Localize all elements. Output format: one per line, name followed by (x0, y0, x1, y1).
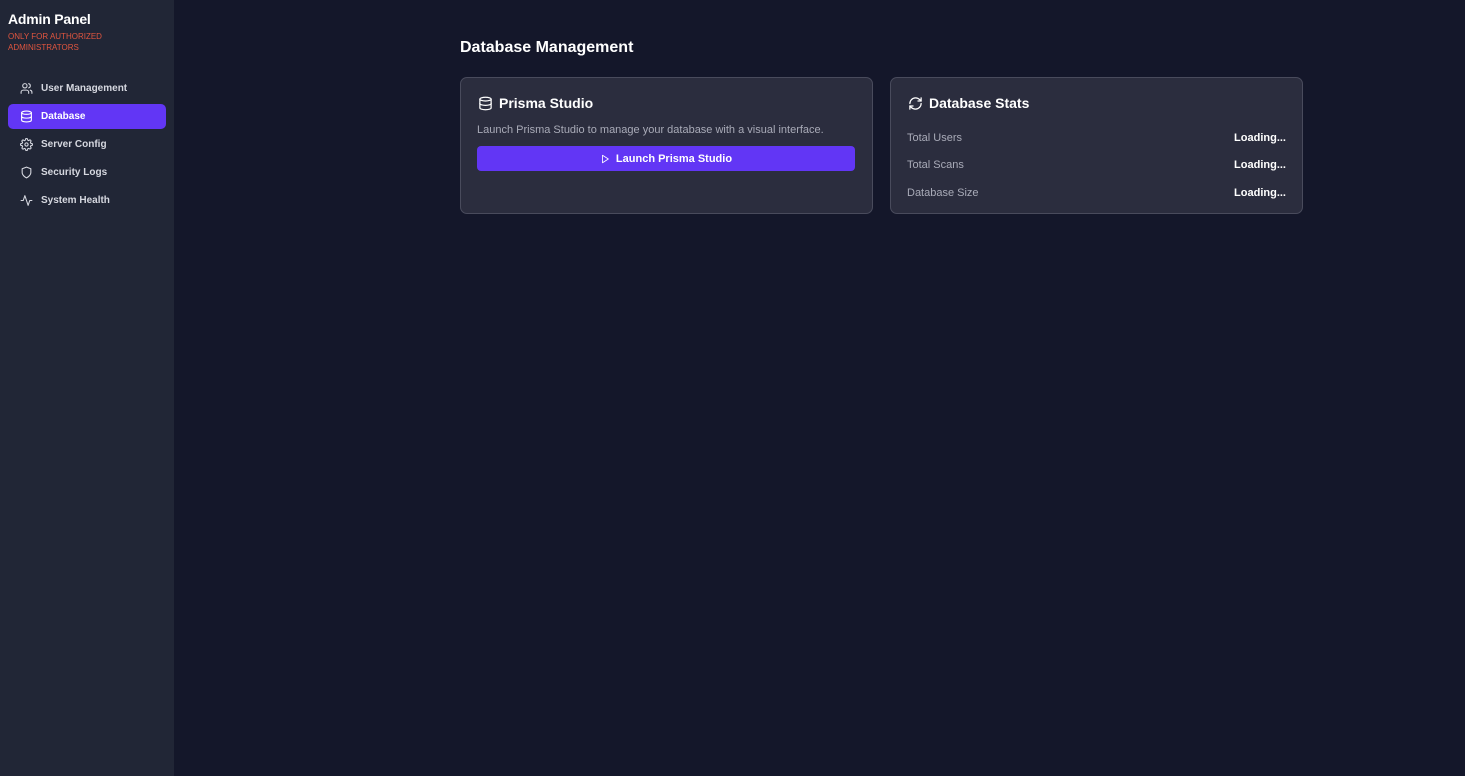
stat-value: Loading... (1234, 131, 1286, 144)
main-content: Database Management Prisma Studio Launch… (174, 0, 1465, 776)
sidebar-item-user-management[interactable]: User Management (8, 76, 166, 101)
stat-row-total-scans: Total Scans Loading... (907, 152, 1286, 180)
sidebar-item-system-health[interactable]: System Health (8, 188, 166, 213)
sidebar: Admin Panel ONLY FOR AUTHORIZED ADMINIST… (0, 0, 174, 776)
stat-label: Total Scans (907, 159, 964, 172)
app-root: Admin Panel ONLY FOR AUTHORIZED ADMINIST… (0, 0, 1465, 776)
sidebar-item-label: Security Logs (41, 167, 108, 178)
database-stats-card: Database Stats Total Users Loading... To… (890, 77, 1303, 214)
sidebar-item-label: User Management (41, 83, 128, 94)
sidebar-item-server-config[interactable]: Server Config (8, 132, 166, 157)
stat-label: Database Size (907, 186, 979, 199)
refresh-icon[interactable] (907, 95, 923, 111)
card-header: Database Stats (907, 95, 1286, 111)
database-icon (477, 95, 493, 111)
card-header: Prisma Studio (477, 95, 856, 111)
stat-value: Loading... (1234, 186, 1286, 199)
play-icon (600, 154, 610, 164)
authorization-warning: ONLY FOR AUTHORIZED ADMINISTRATORS (8, 32, 102, 52)
launch-prisma-studio-button[interactable]: Launch Prisma Studio (477, 146, 855, 171)
stat-row-total-users: Total Users Loading... (907, 124, 1286, 152)
stat-label: Total Users (907, 131, 963, 144)
sidebar-nav: User Management Database Server Config S… (8, 76, 166, 213)
page-title: Database Management (460, 39, 634, 56)
gear-icon (19, 138, 33, 152)
card-description: Launch Prisma Studio to manage your data… (477, 124, 824, 136)
card-title: Database Stats (929, 95, 1030, 111)
card-title: Prisma Studio (499, 95, 594, 111)
sidebar-item-label: System Health (41, 195, 110, 206)
database-icon (19, 110, 33, 124)
button-label: Launch Prisma Studio (615, 152, 733, 165)
sidebar-item-database[interactable]: Database (8, 104, 166, 129)
stat-value: Loading... (1234, 159, 1286, 172)
sidebar-item-label: Database (41, 111, 86, 122)
sidebar-item-security-logs[interactable]: Security Logs (8, 160, 166, 185)
activity-icon (19, 194, 33, 208)
prisma-studio-card: Prisma Studio Launch Prisma Studio to ma… (460, 77, 873, 214)
users-icon (19, 82, 33, 96)
sidebar-title: Admin Panel (8, 11, 91, 27)
stat-row-database-size: Database Size Loading... (907, 179, 1286, 207)
sidebar-item-label: Server Config (41, 139, 107, 150)
shield-icon (19, 166, 33, 180)
